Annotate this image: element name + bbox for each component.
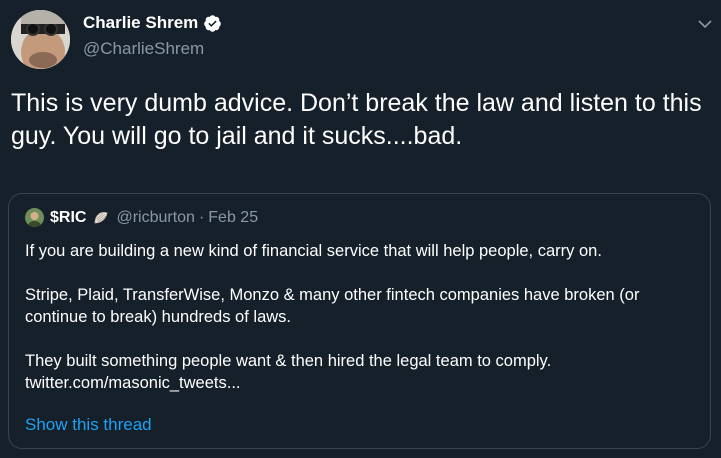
quoted-author-name[interactable]: $RIC (50, 209, 86, 227)
quoted-tweet-header: $RIC @ricburton · Feb 25 (25, 208, 258, 227)
profile-photo-icon (11, 10, 70, 69)
quoted-tweet-body: If you are building a new kind of financ… (25, 240, 695, 394)
quoted-paragraph: If you are building a new kind of financ… (25, 242, 602, 260)
quoted-avatar[interactable] (25, 208, 44, 227)
quoted-link[interactable]: twitter.com/masonic_tweets... (25, 372, 695, 394)
separator-dot: · (198, 208, 205, 226)
quoted-paragraph: Stripe, Plaid, TransferWise, Monzo & man… (25, 286, 640, 326)
chevron-down-icon[interactable] (697, 16, 713, 32)
author-handle[interactable]: @CharlieShrem (83, 39, 204, 59)
show-thread-link[interactable]: Show this thread (25, 415, 152, 435)
quoted-paragraph: They built something people want & then … (25, 352, 552, 370)
author-name[interactable]: Charlie Shrem (83, 13, 198, 33)
quoted-profile-photo-icon (25, 208, 44, 227)
author-name-row[interactable]: Charlie Shrem (83, 13, 222, 33)
avatar[interactable] (11, 10, 70, 69)
verified-badge-icon (204, 14, 222, 32)
tweet-text: This is very dumb advice. Don’t break th… (11, 89, 702, 150)
quoted-tweet-card[interactable]: $RIC @ricburton · Feb 25 If you are buil… (8, 193, 711, 449)
seashell-icon (95, 211, 108, 223)
quoted-author-handle[interactable]: @ricburton (116, 209, 195, 227)
quoted-tweet-date[interactable]: Feb 25 (208, 209, 258, 227)
